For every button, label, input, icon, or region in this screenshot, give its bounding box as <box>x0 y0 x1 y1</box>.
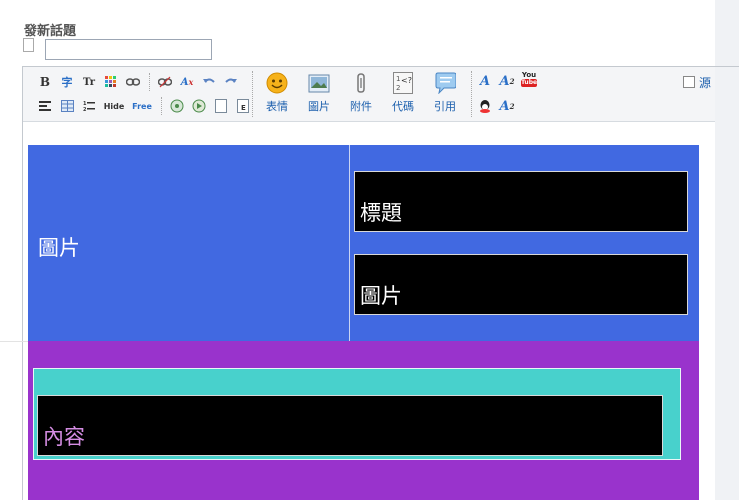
remove-format-icon[interactable]: Ax <box>179 74 195 90</box>
editor-guide-line <box>0 341 28 342</box>
toolbar-separator <box>149 73 151 91</box>
svg-text:1: 1 <box>396 75 400 83</box>
attachment-label: 附件 <box>350 100 372 113</box>
youtube-top-text: You <box>521 71 537 79</box>
table-icon[interactable] <box>59 98 75 114</box>
image-label: 圖片 <box>308 100 330 113</box>
quote-icon <box>434 71 456 95</box>
free-button[interactable]: Free <box>131 98 153 114</box>
align-left-icon[interactable] <box>37 98 53 114</box>
undo-icon[interactable] <box>201 74 217 90</box>
title-box-label: 標題 <box>360 201 402 225</box>
media-icon[interactable] <box>169 98 185 114</box>
source-mode-checkbox[interactable] <box>683 76 695 88</box>
redo-icon[interactable] <box>223 74 239 90</box>
image-icon <box>308 71 330 95</box>
link-icon[interactable] <box>125 74 141 90</box>
toolbar-separator <box>161 97 163 115</box>
paperclip-icon <box>350 71 372 95</box>
code-button[interactable]: 1 2 <? 代碼 <box>385 71 421 114</box>
index-icon[interactable]: E <box>235 98 251 114</box>
source-mode-label: 源 <box>699 76 712 90</box>
editor-toolbar: B 字 Tr Ax 12 Hide Free E 表情 圖片 附件 1 2 <?… <box>23 67 715 122</box>
svg-text:2: 2 <box>396 84 400 92</box>
toolbar-separator <box>471 71 472 117</box>
svg-text:E: E <box>241 104 246 112</box>
document-icon <box>23 38 34 52</box>
toolbar-row-1: B 字 Tr Ax <box>37 73 245 91</box>
font-color-icon[interactable] <box>103 74 119 90</box>
code-label: 代碼 <box>392 100 414 113</box>
code-icon: 1 2 <? <box>392 71 414 95</box>
image-box-label: 圖片 <box>360 284 402 308</box>
unlink-icon[interactable] <box>157 74 173 90</box>
subject-input[interactable] <box>45 39 212 60</box>
attachment-button[interactable]: 附件 <box>343 71 379 114</box>
image-box[interactable]: 圖片 <box>354 254 688 315</box>
subscript-icon[interactable]: A2 <box>499 98 515 114</box>
page-break-icon[interactable] <box>213 98 229 114</box>
new-topic-heading: 發新話題 <box>24 24 77 39</box>
header-divider <box>349 145 350 341</box>
bold-icon[interactable]: B <box>37 74 53 90</box>
font-face-icon[interactable]: 字 <box>59 74 75 90</box>
qq-icon[interactable] <box>477 98 493 114</box>
emoticon-button[interactable]: 表情 <box>259 71 295 114</box>
page-left-margin <box>0 0 22 500</box>
quote-label: 引用 <box>434 100 456 113</box>
image-button[interactable]: 圖片 <box>301 71 337 114</box>
left-image-placeholder: 圖片 <box>38 236 80 260</box>
quote-button[interactable]: 引用 <box>427 71 463 114</box>
list-icon[interactable]: 12 <box>81 98 97 114</box>
font-size-icon[interactable]: Tr <box>81 74 97 90</box>
font-a-icon[interactable]: A <box>477 73 493 89</box>
svg-text:<?: <? <box>401 76 412 85</box>
smiley-icon <box>266 71 288 95</box>
toolbar-row-2: 12 Hide Free E <box>37 97 257 115</box>
svg-text:2: 2 <box>83 107 87 112</box>
youtube-icon[interactable]: You Tube <box>521 71 537 89</box>
toolbar-separator <box>252 71 253 117</box>
flash-icon[interactable] <box>191 98 207 114</box>
content-box-label: 內容 <box>43 425 85 449</box>
superscript-icon[interactable]: A2 <box>499 73 515 89</box>
emoticon-label: 表情 <box>266 100 288 113</box>
content-box[interactable]: 內容 <box>37 395 663 456</box>
youtube-bottom-text: Tube <box>521 79 538 87</box>
title-box[interactable]: 標題 <box>354 171 688 232</box>
hide-button[interactable]: Hide <box>103 98 125 114</box>
